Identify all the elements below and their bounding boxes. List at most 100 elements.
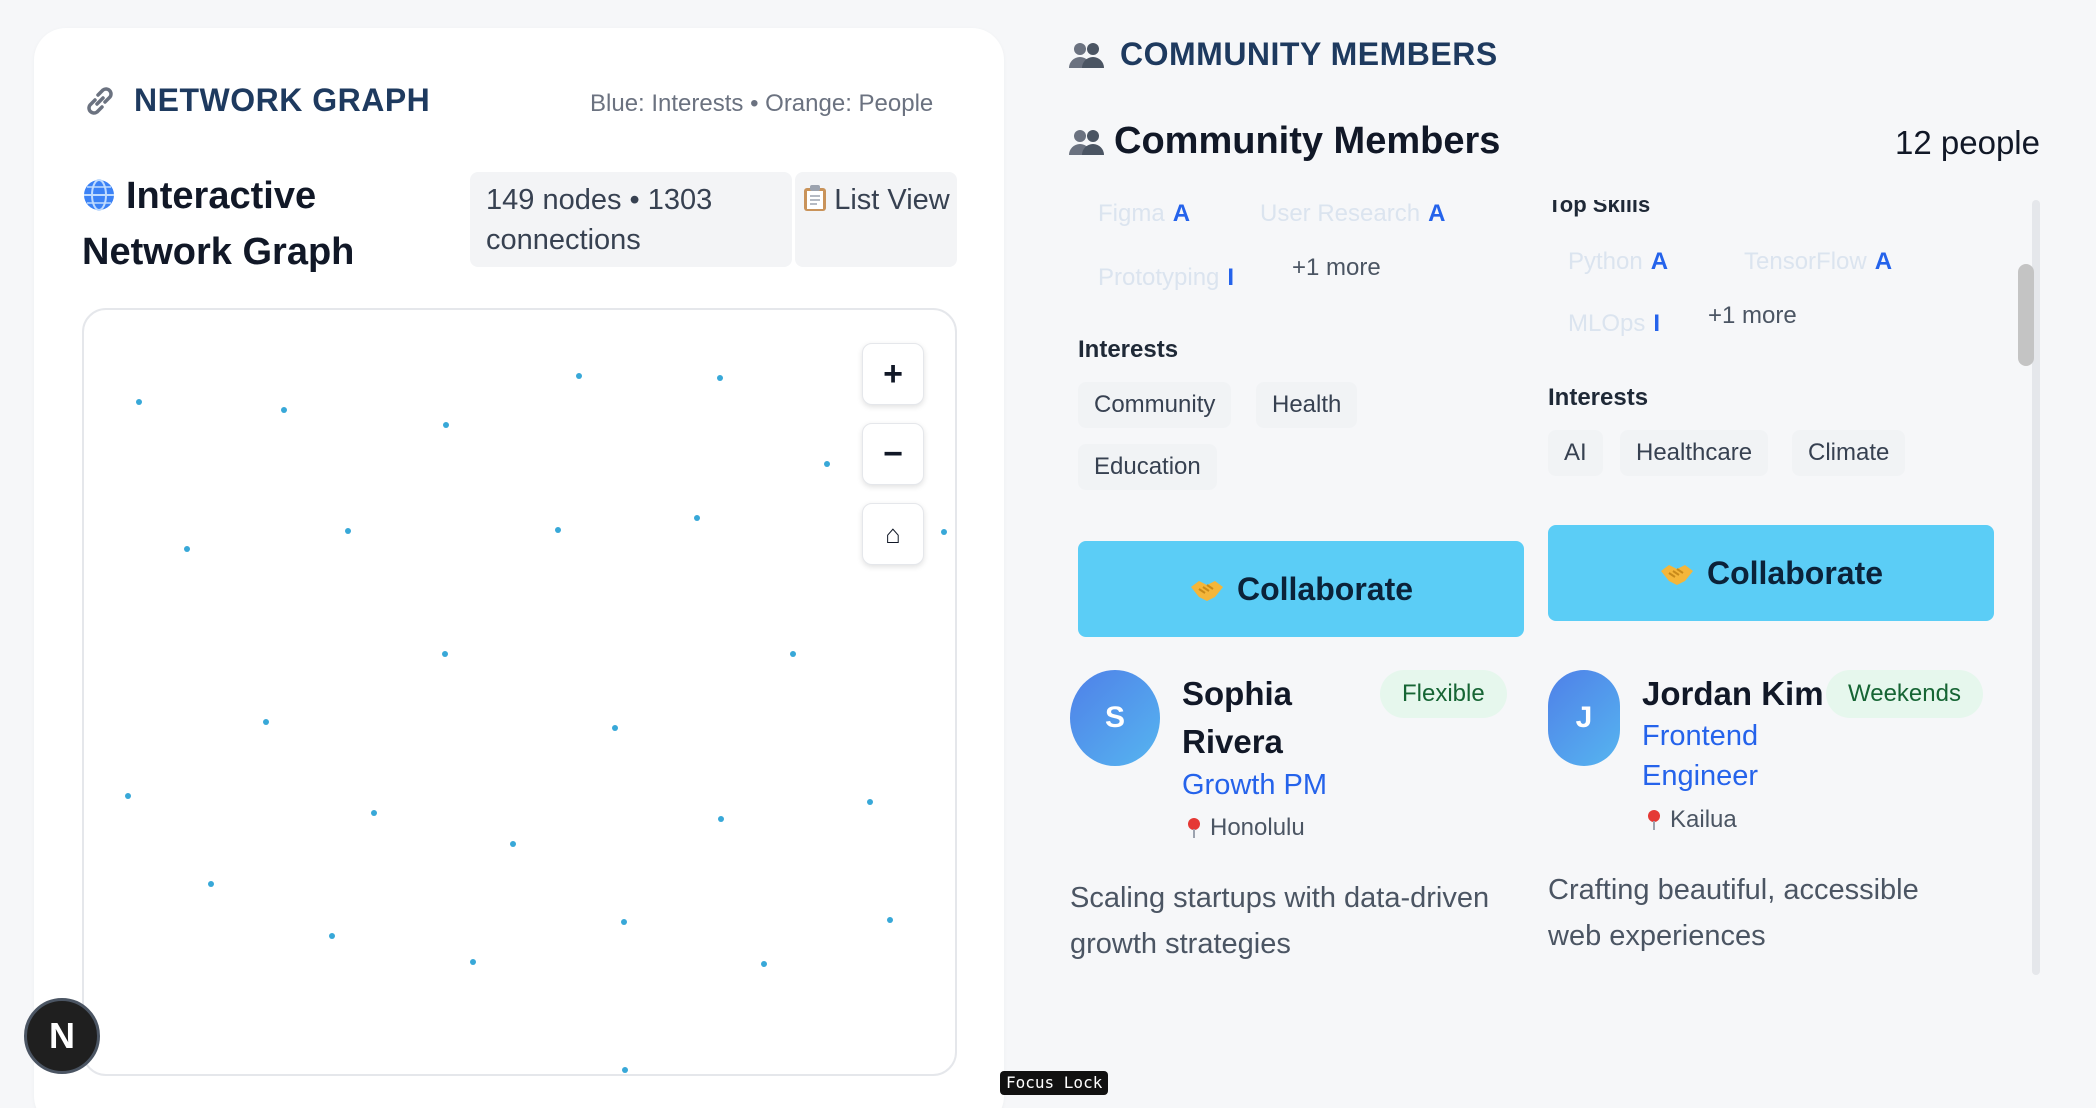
graph-node[interactable] (717, 375, 723, 381)
member-count: 12 people (1895, 124, 2040, 161)
skill-chip: User Research A (1260, 200, 1445, 228)
availability-badge: Flexible (1380, 670, 1507, 718)
skill-level: A (1874, 248, 1893, 275)
members-scroll-area[interactable]: Figma A User Research A Prototyping I +1… (1060, 200, 2040, 975)
graph-subtitle-text: Interactive Network Graph (82, 175, 355, 273)
graph-node[interactable] (443, 422, 449, 428)
graph-node[interactable] (442, 651, 448, 657)
zoom-out-button[interactable]: − (862, 423, 924, 485)
community-section-title: COMMUNITY MEMBERS (1120, 36, 1498, 72)
skill-chip: Python A (1568, 248, 1668, 276)
skill-level: I (1653, 310, 1661, 337)
graph-subtitle: Interactive Network Graph (82, 168, 442, 280)
zoom-in-button[interactable]: + (862, 343, 924, 405)
location-pin-icon (1188, 818, 1200, 838)
graph-node[interactable] (345, 528, 351, 534)
community-section-header: COMMUNITY MEMBERS (1068, 36, 1498, 73)
top-skills-label: Top Skills (1548, 200, 1651, 217)
graph-stats: 149 nodes • 1303 connections (470, 172, 792, 267)
link-icon (87, 86, 113, 115)
member-location: Honolulu (1186, 814, 1305, 842)
graph-node[interactable] (125, 793, 131, 799)
interest-tag: Health (1256, 382, 1358, 428)
handshake-icon (1660, 565, 1693, 585)
graph-node[interactable] (208, 881, 214, 887)
member-name: Jordan Kim (1642, 675, 1824, 712)
graph-node[interactable] (867, 799, 873, 805)
skill-name: Python (1568, 248, 1643, 275)
collaborate-label: Collaborate (1706, 554, 1884, 591)
graph-node[interactable] (824, 461, 830, 467)
interest-tag: Community (1078, 382, 1232, 428)
location-pin-icon (1648, 810, 1660, 830)
interests-label: Interests (1078, 336, 1179, 363)
skill-name: TensorFlow (1744, 248, 1867, 275)
network-section-header: NETWORK GRAPH (82, 82, 430, 119)
graph-node[interactable] (470, 959, 476, 965)
skill-name: MLOps (1568, 310, 1646, 337)
graph-node[interactable] (621, 919, 627, 925)
members-scrollbar-thumb[interactable] (2018, 264, 2034, 366)
skill-level: A (1650, 248, 1669, 275)
skill-level: I (1227, 264, 1235, 291)
avatar: J (1548, 670, 1620, 766)
interests-label: Interests (1548, 384, 1649, 411)
skill-chip: TensorFlow A (1744, 248, 1892, 276)
interest-tag: Education (1078, 444, 1217, 490)
skill-level: A (1428, 200, 1446, 227)
graph-node[interactable] (555, 527, 561, 533)
avatar: S (1070, 670, 1160, 766)
skill-name: User Research (1260, 200, 1421, 227)
member-role: Growth PM (1182, 769, 1328, 801)
people-icon (1069, 42, 1104, 68)
collaborate-button[interactable]: Collaborate (1078, 541, 1524, 637)
skill-chip: Figma A (1098, 200, 1190, 228)
member-location: Kailua (1646, 806, 1737, 834)
graph-node[interactable] (790, 651, 796, 657)
clipboard-icon (804, 185, 827, 211)
member-location-text: Kailua (1670, 806, 1737, 833)
graph-node[interactable] (941, 529, 947, 535)
skill-name: Prototyping (1098, 264, 1220, 291)
graph-legend: Blue: Interests • Orange: People (590, 90, 934, 117)
graph-node[interactable] (184, 546, 190, 552)
graph-node[interactable] (136, 399, 142, 405)
network-section-title: NETWORK GRAPH (134, 82, 431, 118)
graph-node[interactable] (887, 917, 893, 923)
framework-logo-badge[interactable]: N (24, 998, 100, 1074)
graph-node[interactable] (281, 407, 287, 413)
community-title: Community Members (1068, 120, 1500, 163)
graph-node[interactable] (371, 810, 377, 816)
list-view-label: List View (834, 184, 950, 216)
graph-node[interactable] (329, 933, 335, 939)
collaborate-button[interactable]: Collaborate (1548, 525, 1994, 621)
globe-icon (84, 179, 114, 211)
member-bio: Scaling startups with data-driven growth… (1070, 882, 1490, 960)
more-skills-link[interactable]: +1 more (1292, 254, 1381, 282)
member-name: Sophia Rivera (1182, 675, 1293, 760)
graph-node[interactable] (263, 719, 269, 725)
collaborate-label: Collaborate (1236, 570, 1414, 607)
list-view-button[interactable]: List View (795, 172, 957, 267)
skill-level: A (1172, 200, 1191, 227)
graph-node[interactable] (576, 373, 582, 379)
member-role: Frontend Engineer (1642, 720, 1759, 792)
handshake-icon (1190, 581, 1223, 601)
network-graph-svg[interactable] (84, 310, 957, 1076)
community-title-text: Community Members (1114, 120, 1501, 162)
availability-badge: Weekends (1826, 670, 1983, 718)
graph-node[interactable] (694, 515, 700, 521)
interest-tag: Climate (1792, 430, 1906, 476)
graph-node[interactable] (761, 961, 767, 967)
graph-node[interactable] (510, 841, 516, 847)
graph-node[interactable] (718, 816, 724, 822)
member-location-text: Honolulu (1210, 814, 1305, 841)
skill-chip: Prototyping I (1098, 264, 1234, 292)
more-skills-link[interactable]: +1 more (1708, 302, 1797, 330)
graph-node[interactable] (612, 725, 618, 731)
graph-node[interactable] (622, 1067, 628, 1073)
reset-view-button[interactable]: ⌂ (862, 503, 924, 565)
member-bio: Crafting beautiful, accessible web exper… (1548, 874, 1919, 952)
interest-tag: Healthcare (1620, 430, 1769, 476)
network-graph-canvas[interactable]: + − ⌂ (82, 308, 957, 1076)
